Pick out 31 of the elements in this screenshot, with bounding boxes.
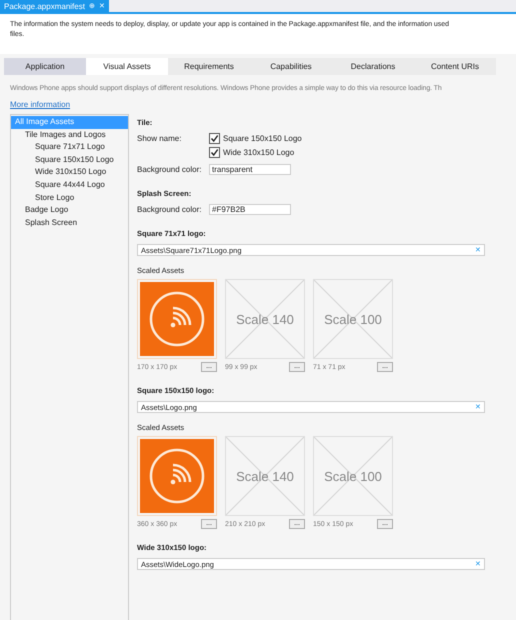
tab[interactable]: Capabilities: [250, 58, 332, 75]
tab[interactable]: Content URIs: [414, 58, 496, 75]
signal-logo-icon: [140, 439, 214, 513]
sidebar-item[interactable]: Wide 310x150 Logo: [11, 166, 128, 179]
tab[interactable]: Requirements: [168, 58, 250, 75]
scale-label: Scale 100: [324, 312, 382, 326]
more-information-link[interactable]: More information: [10, 100, 70, 109]
sidebar-item[interactable]: Tile Images and Logos: [11, 128, 128, 142]
scale-label: Scale 140: [236, 312, 294, 326]
field-label: Background color:: [137, 204, 202, 214]
tab[interactable]: Declarations: [332, 58, 414, 75]
document-title: Package.appxmanifest: [4, 2, 85, 10]
sidebar-item[interactable]: Splash Screen: [11, 216, 128, 230]
sidebar-item[interactable]: Square 71x71 Logo: [11, 141, 128, 154]
scale-label: Scale 100: [324, 468, 382, 484]
field-label: Show name:: [137, 133, 182, 143]
background-color-field[interactable]: transparent: [209, 164, 291, 175]
tab[interactable]: Visual Assets: [86, 58, 168, 75]
sidebar-item[interactable]: Badge Logo: [11, 204, 128, 217]
signal-logo-icon: [140, 282, 214, 356]
checkbox[interactable]: [209, 133, 220, 144]
scale-label: Scale 140: [236, 468, 294, 484]
sidebar-item[interactable]: Square 44x44 Logo: [11, 178, 128, 192]
checkbox[interactable]: [209, 147, 220, 158]
background-color-field[interactable]: #F97B2B: [209, 204, 291, 215]
sidebar-item[interactable]: Store Logo: [11, 192, 128, 204]
tab[interactable]: Application: [4, 58, 86, 75]
checkbox-label: Square 150x150 Logo: [223, 134, 302, 143]
checkbox-label: Wide 310x150 Logo: [223, 148, 294, 157]
field-label: Background color:: [137, 164, 202, 174]
sidebar-item[interactable]: Square 150x150 Logo: [11, 154, 128, 166]
